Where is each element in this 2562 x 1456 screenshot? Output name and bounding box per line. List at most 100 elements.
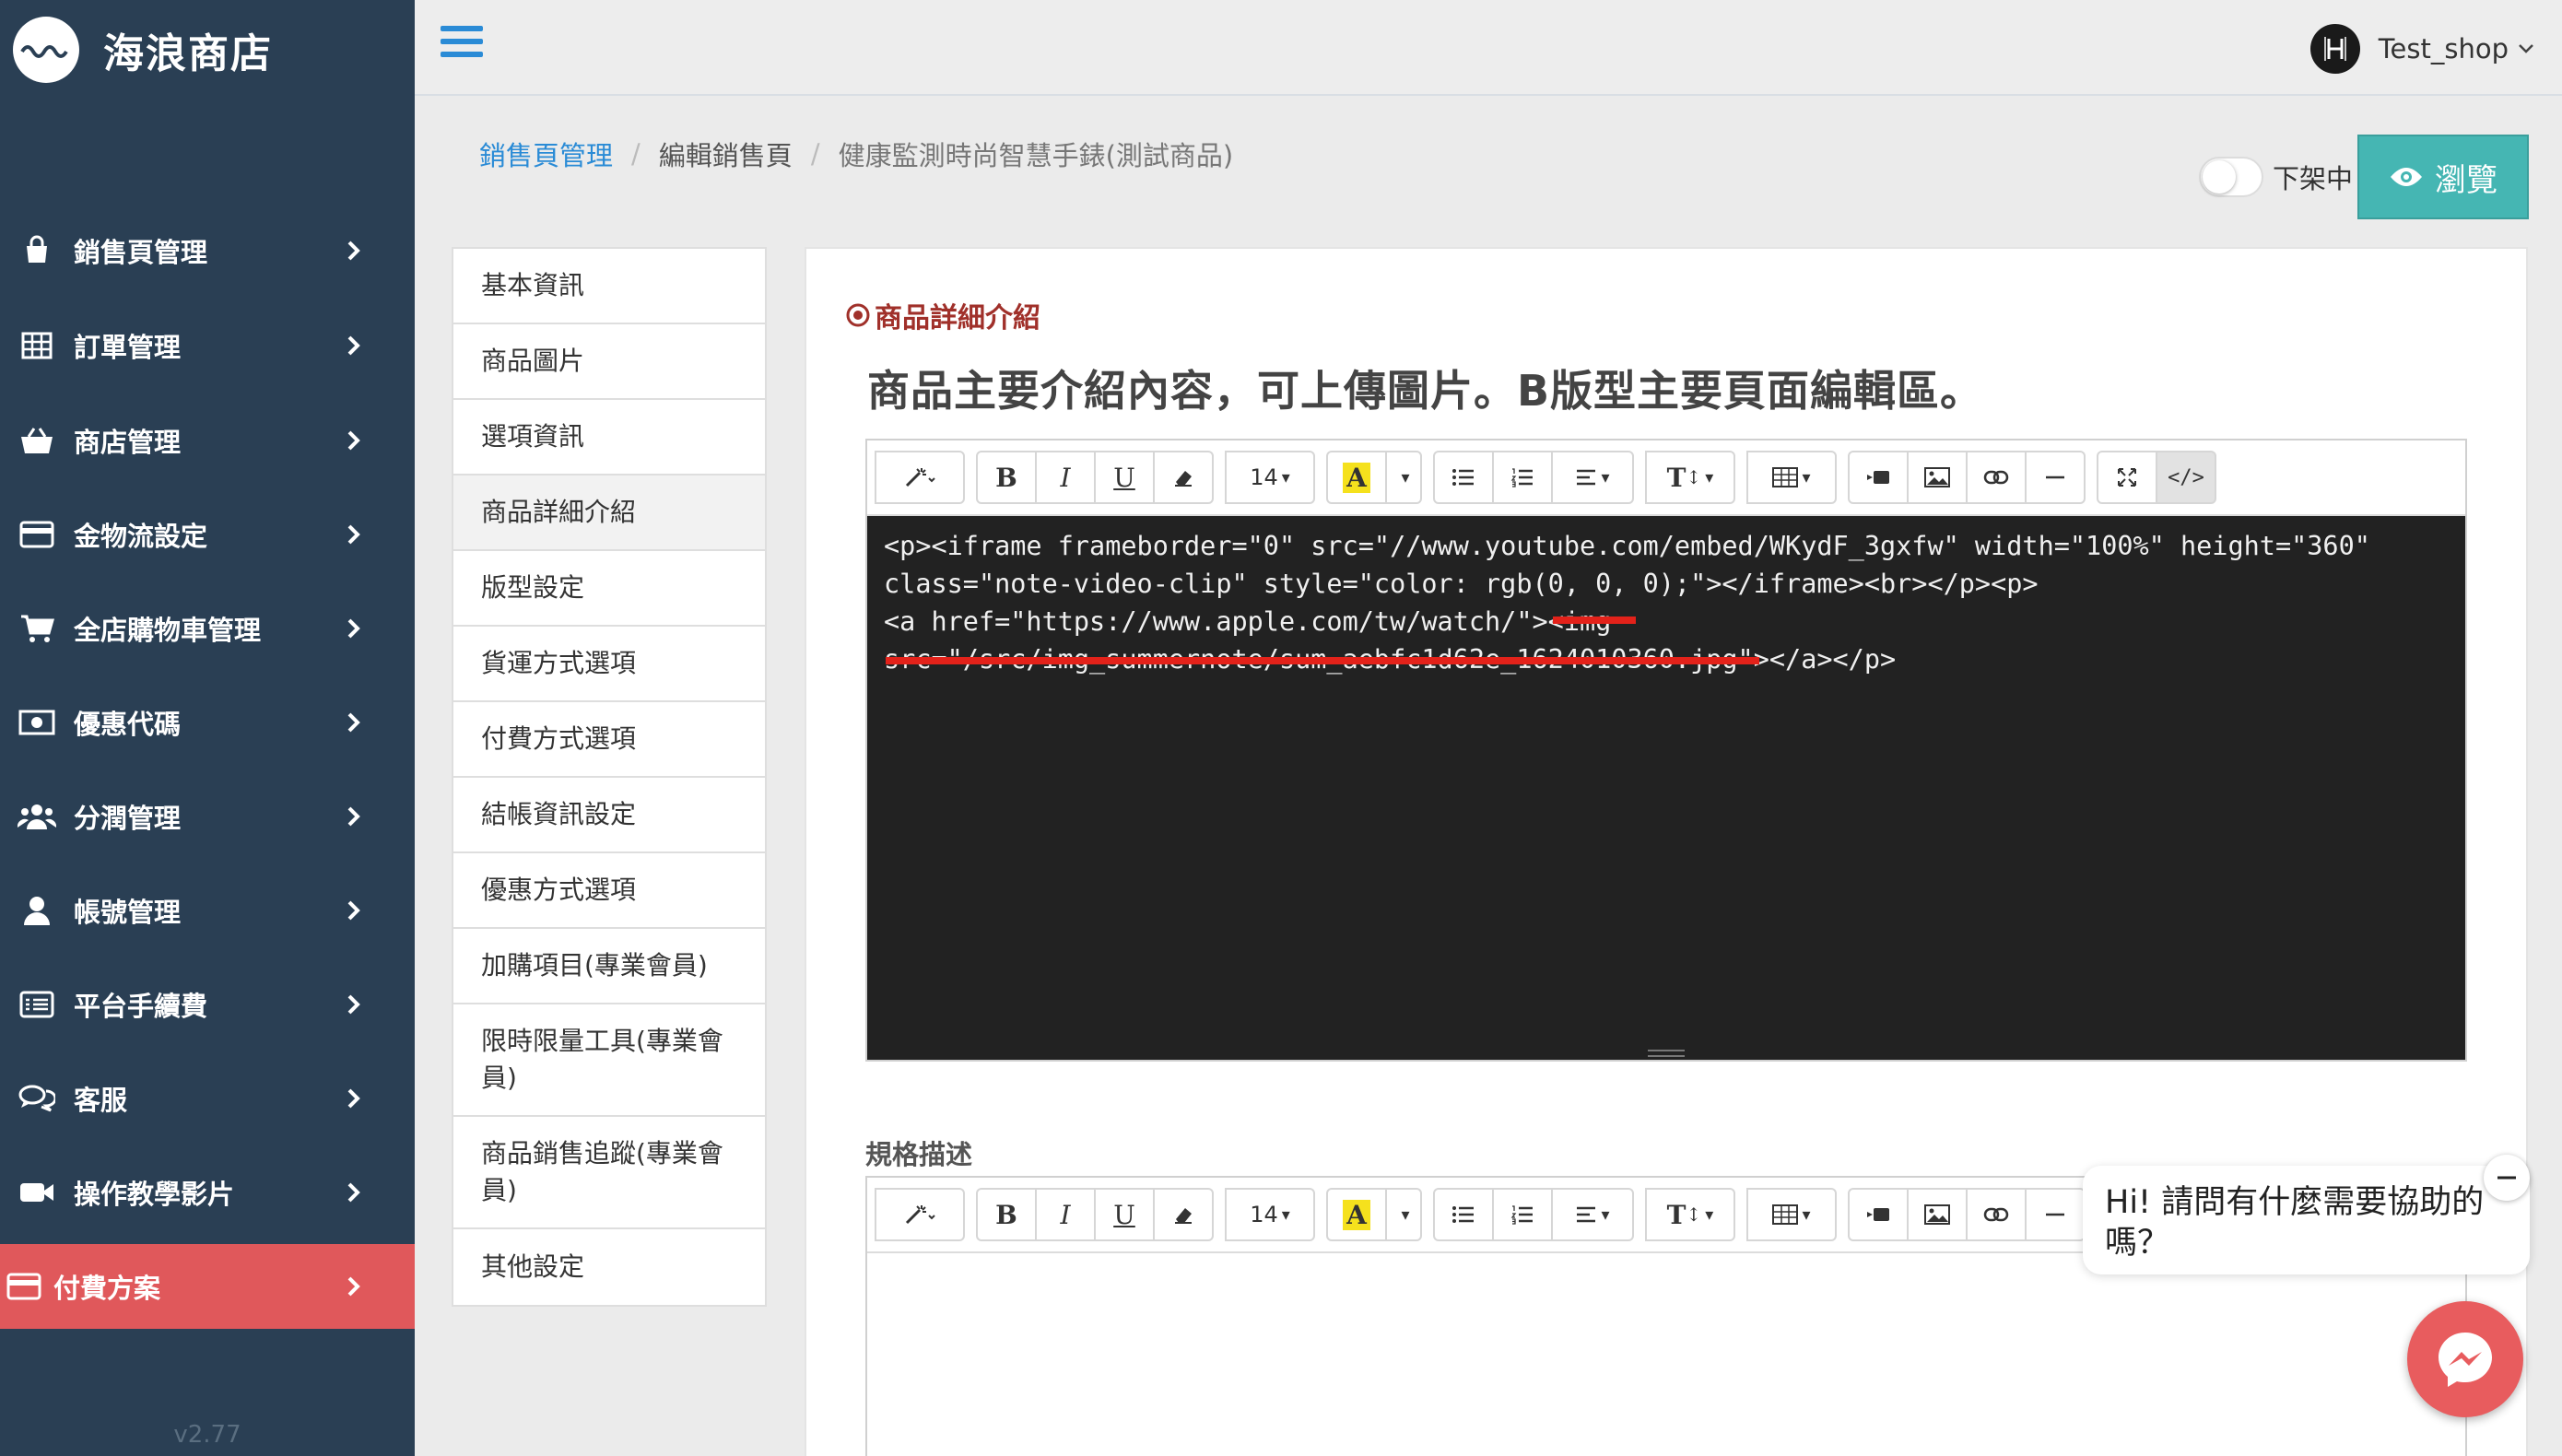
sidebar-item-profit-share[interactable]: 分潤管理 — [0, 774, 415, 859]
sidebar: 海浪商店 銷售頁管理 訂單管理 商店管理 金物流設定 全店購物車管理 優惠代碼 … — [0, 0, 415, 1456]
unordered-list-icon[interactable] — [1433, 451, 1494, 504]
sidebar-item-platform-fee[interactable]: 平台手續費 — [0, 962, 415, 1047]
bold-button[interactable]: B — [976, 1188, 1037, 1241]
wave-logo-icon — [13, 17, 79, 83]
italic-button[interactable]: I — [1035, 1188, 1096, 1241]
section-nav-item[interactable]: 限時限量工具(專業會員) — [453, 1004, 765, 1117]
sidebar-item-payment-logistics[interactable]: 金物流設定 — [0, 492, 415, 577]
section-nav-item[interactable]: 其他設定 — [453, 1229, 765, 1305]
messenger-chat-button[interactable] — [2407, 1301, 2523, 1417]
section-nav-item[interactable]: 商品圖片 — [453, 324, 765, 400]
color-dropdown-caret[interactable]: ▾ — [1385, 1188, 1422, 1241]
font-size-dropdown[interactable]: 14 ▾ — [1225, 451, 1315, 504]
link-icon[interactable] — [1966, 451, 2027, 504]
red-underline-annotation — [1553, 616, 1636, 624]
version-label: v2.77 — [173, 1421, 241, 1449]
sidebar-item-label: 平台手續費 — [74, 991, 208, 1022]
sidebar-item-coupons[interactable]: 優惠代碼 — [0, 680, 415, 765]
section-nav-item[interactable]: 貨運方式選項 — [453, 627, 765, 702]
section-nav: 基本資訊 商品圖片 選項資訊 商品詳細介紹 版型設定 貨運方式選項 付費方式選項… — [452, 247, 767, 1307]
italic-button[interactable]: I — [1035, 451, 1096, 504]
section-nav-label: 基本資訊 — [481, 270, 585, 300]
table-insert-dropdown[interactable]: ▾ — [1746, 451, 1837, 504]
breadcrumb-current: 健康監測時尚智慧手錶(測試商品) — [838, 140, 1234, 171]
section-nav-item[interactable]: 選項資訊 — [453, 400, 765, 476]
user-name: Test_shop — [2378, 33, 2509, 65]
link-icon[interactable] — [1966, 1188, 2027, 1241]
section-nav-item[interactable]: 結帳資訊設定 — [453, 778, 765, 853]
underline-button[interactable]: U — [1094, 1188, 1155, 1241]
section-nav-item-active[interactable]: 商品詳細介紹 — [453, 476, 765, 551]
messenger-icon — [2439, 1333, 2492, 1387]
underline-button[interactable]: U — [1094, 451, 1155, 504]
sidebar-item-label: 操作教學影片 — [74, 1179, 235, 1210]
horizontal-rule-icon[interactable] — [2025, 451, 2086, 504]
chevron-right-icon — [335, 993, 372, 1016]
sidebar-item-label: 金物流設定 — [74, 521, 208, 552]
hamburger-menu-icon[interactable] — [441, 26, 483, 63]
video-camera-icon — [17, 1174, 57, 1211]
sidebar-item-sales-page[interactable]: 銷售頁管理 — [0, 208, 415, 293]
highlight-color-button[interactable]: A — [1326, 451, 1387, 504]
chat-greeting-bubble[interactable]: Hi! 請問有什麼需要協助的嗎？ — [2083, 1166, 2530, 1274]
code-line: <a href="https://www.apple.com/tw/watch/… — [884, 606, 1612, 637]
fullscreen-icon[interactable] — [2097, 451, 2157, 504]
sidebar-item-label: 付費方案 — [53, 1273, 161, 1304]
section-nav-item[interactable]: 基本資訊 — [453, 249, 765, 324]
section-nav-item[interactable]: 商品銷售追蹤(專業會員) — [453, 1117, 765, 1229]
sidebar-item-account[interactable]: 帳號管理 — [0, 868, 415, 953]
eye-icon — [2389, 165, 2424, 189]
sidebar-item-label: 帳號管理 — [74, 897, 182, 928]
sidebar-item-tutorial-videos[interactable]: 操作教學影片 — [0, 1150, 415, 1235]
eraser-icon[interactable] — [1153, 1188, 1214, 1241]
table-insert-dropdown[interactable]: ▾ — [1746, 1188, 1837, 1241]
font-size-dropdown[interactable]: 14 ▾ — [1225, 1188, 1315, 1241]
html-code-view[interactable]: <p><iframe frameborder="0" src="//www.yo… — [867, 516, 2465, 1060]
spec-description-label: 規格描述 — [865, 1139, 973, 1170]
text-height-dropdown[interactable]: T ↕ ▾ — [1645, 1188, 1735, 1241]
preview-button[interactable]: 瀏覽 — [2357, 135, 2529, 219]
unordered-list-icon[interactable] — [1433, 1188, 1494, 1241]
section-nav-label: 貨運方式選項 — [481, 648, 637, 678]
user-menu[interactable]: Test_shop — [2309, 24, 2534, 74]
code-view-icon[interactable]: </> — [2156, 451, 2216, 504]
color-dropdown-caret[interactable]: ▾ — [1385, 451, 1422, 504]
section-nav-item[interactable]: 版型設定 — [453, 551, 765, 627]
bold-button[interactable]: B — [976, 451, 1037, 504]
section-nav-item[interactable]: 付費方式選項 — [453, 702, 765, 778]
section-nav-item[interactable]: 優惠方式選項 — [453, 853, 765, 929]
video-insert-icon[interactable] — [1848, 1188, 1909, 1241]
brand[interactable]: 海浪商店 — [13, 13, 273, 87]
horizontal-rule-icon[interactable] — [2025, 1188, 2086, 1241]
paragraph-align-dropdown[interactable]: ▾ — [1551, 1188, 1634, 1241]
paragraph-align-dropdown[interactable]: ▾ — [1551, 451, 1634, 504]
breadcrumb-link-sales-page[interactable]: 銷售頁管理 — [479, 135, 613, 173]
sidebar-item-cart[interactable]: 全店購物車管理 — [0, 586, 415, 671]
section-nav-label: 結帳資訊設定 — [481, 799, 637, 829]
sidebar-item-orders[interactable]: 訂單管理 — [0, 303, 415, 388]
highlight-color-button[interactable]: A — [1326, 1188, 1387, 1241]
resize-handle[interactable] — [867, 1047, 2465, 1060]
ordered-list-icon[interactable] — [1492, 451, 1553, 504]
text-height-dropdown[interactable]: T ↕ ▾ — [1645, 451, 1735, 504]
minimize-icon[interactable] — [2484, 1155, 2530, 1201]
sidebar-item-customer-service[interactable]: 客服 — [0, 1056, 415, 1141]
listing-status-toggle[interactable] — [2199, 157, 2263, 197]
main-panel: 商品詳細介紹 商品主要介紹內容，可上傳圖片。B版型主要頁面編輯區。 B I U … — [805, 247, 2528, 1456]
page-heading: 商品主要介紹內容，可上傳圖片。B版型主要頁面編輯區。 — [867, 366, 1984, 416]
magic-wand-style-button[interactable] — [875, 451, 965, 504]
section-nav-item[interactable]: 加購項目(專業會員) — [453, 929, 765, 1004]
video-insert-icon[interactable] — [1848, 451, 1909, 504]
spec-editor-content[interactable] — [867, 1253, 2465, 1456]
chevron-right-icon — [335, 1181, 372, 1204]
image-insert-icon[interactable] — [1907, 1188, 1968, 1241]
sidebar-item-store[interactable]: 商店管理 — [0, 398, 415, 483]
sidebar-item-paid-plans[interactable]: 付費方案 — [0, 1244, 415, 1329]
section-nav-label: 其他設定 — [481, 1251, 585, 1282]
image-insert-icon[interactable] — [1907, 451, 1968, 504]
magic-wand-style-button[interactable] — [875, 1188, 965, 1241]
breadcrumb-separator: / — [810, 138, 820, 170]
listing-status-label: 下架中 — [2273, 163, 2354, 194]
eraser-icon[interactable] — [1153, 451, 1214, 504]
ordered-list-icon[interactable] — [1492, 1188, 1553, 1241]
